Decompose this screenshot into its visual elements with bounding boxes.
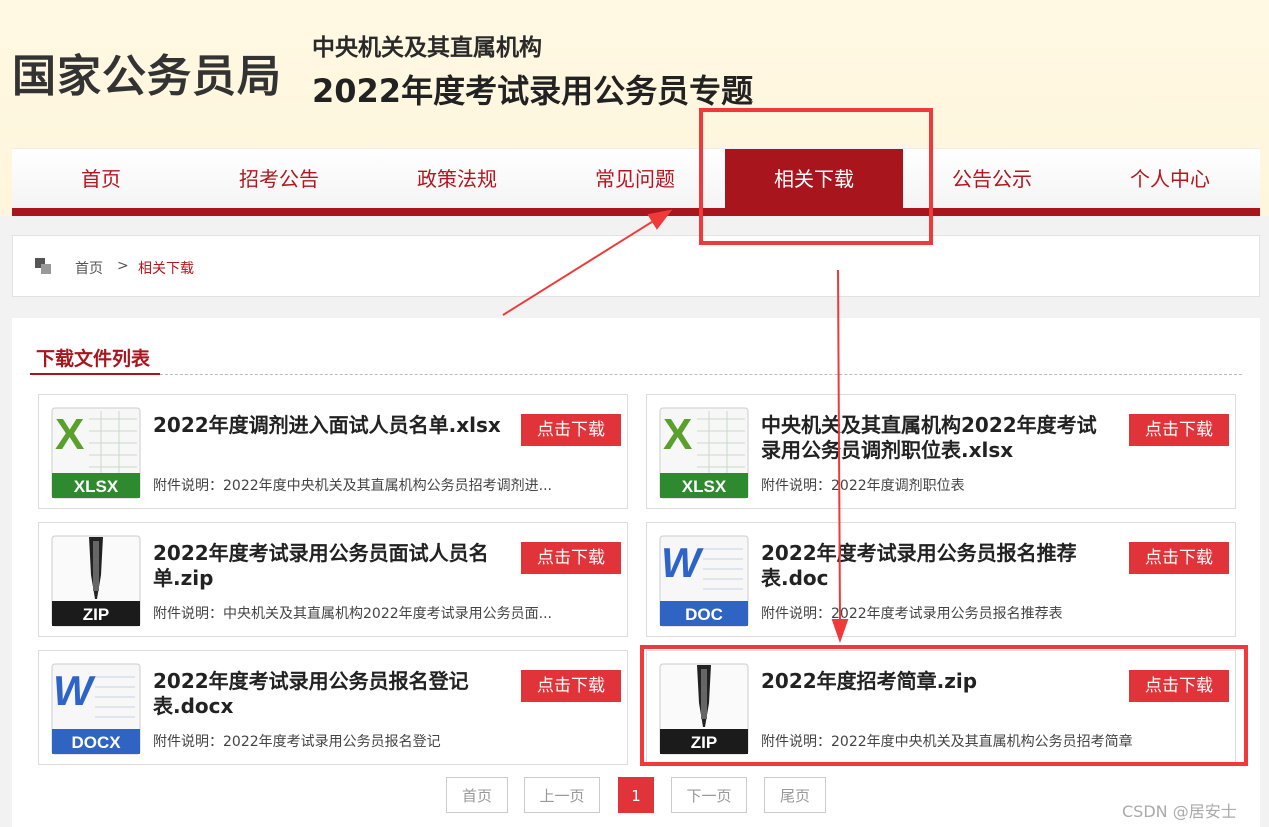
pagination-current-page[interactable]: 1 (618, 777, 654, 813)
svg-text:XLSX: XLSX (74, 477, 119, 496)
breadcrumb-home-link[interactable]: 首页 (75, 258, 103, 278)
nav-item-home[interactable]: 首页 (12, 149, 190, 209)
file-title[interactable]: 中央机关及其直属机构2022年度考试录用公务员调剂职位表.xlsx (761, 413, 1111, 463)
file-card: W DOCX 2022年度考试录用公务员报名登记表.docx 附件说明：2022… (38, 650, 628, 765)
nav-item-faq[interactable]: 常见问题 (546, 149, 724, 209)
file-description: 附件说明：中央机关及其直属机构2022年度考试录用公务员面... (153, 606, 552, 622)
pagination-first[interactable]: 首页 (446, 777, 508, 813)
xlsx-file-icon: X XLSX (659, 407, 749, 499)
zip-file-icon: ZIP (659, 663, 749, 755)
main-nav: 首页 招考公告 政策法规 常见问题 相关下载 公告公示 个人中心 (12, 148, 1260, 209)
header-title: 2022年度考试录用公务员专题 (312, 72, 754, 110)
file-title[interactable]: 2022年度调剂进入面试人员名单.xlsx (153, 413, 503, 438)
breadcrumb-current[interactable]: 相关下载 (138, 258, 194, 278)
file-description: 附件说明：2022年度中央机关及其直属机构公务员招考调剂进... (153, 478, 552, 494)
file-description: 附件说明：2022年度考试录用公务员报名登记 (153, 734, 441, 750)
file-card: W DOC 2022年度考试录用公务员报名推荐表.doc 附件说明：2022年度… (646, 522, 1236, 637)
download-button[interactable]: 点击下载 (521, 542, 621, 574)
file-description: 附件说明：2022年度中央机关及其直属机构公务员招考简章 (761, 734, 1133, 750)
site-logo[interactable]: 国家公务员局 (12, 40, 282, 104)
file-card: ZIP 2022年度招考简章.zip 附件说明：2022年度中央机关及其直属机构… (646, 650, 1236, 765)
section-divider (30, 374, 1242, 375)
file-title[interactable]: 2022年度考试录用公务员报名登记表.docx (153, 669, 503, 719)
file-title[interactable]: 2022年度考试录用公务员面试人员名单.zip (153, 541, 503, 591)
zip-file-icon: ZIP (51, 535, 141, 627)
download-button[interactable]: 点击下载 (1129, 670, 1229, 702)
doc-file-icon: W DOC (659, 535, 749, 627)
file-card: ZIP 2022年度考试录用公务员面试人员名单.zip 附件说明：中央机关及其直… (38, 522, 628, 637)
file-card: X XLSX 中央机关及其直属机构2022年度考试录用公务员调剂职位表.xlsx… (646, 394, 1236, 509)
section-title-underline (30, 373, 160, 375)
svg-text:DOCX: DOCX (71, 733, 121, 752)
svg-text:ZIP: ZIP (83, 605, 109, 624)
nav-item-recruitment-notices[interactable]: 招考公告 (190, 149, 368, 209)
watermark: CSDN @居安士 (1122, 802, 1237, 821)
file-title[interactable]: 2022年度考试录用公务员报名推荐表.doc (761, 541, 1111, 591)
svg-text:X: X (663, 410, 692, 459)
section-title: 下载文件列表 (36, 348, 151, 370)
header-subtitle: 中央机关及其直属机构 (312, 35, 542, 61)
svg-text:DOC: DOC (685, 605, 723, 624)
download-button[interactable]: 点击下载 (521, 414, 621, 446)
file-description: 附件说明：2022年度考试录用公务员报名推荐表 (761, 606, 1063, 622)
file-title[interactable]: 2022年度招考简章.zip (761, 669, 1111, 694)
nav-item-policies[interactable]: 政策法规 (368, 149, 546, 209)
xlsx-file-icon: X XLSX (51, 407, 141, 499)
svg-text:XLSX: XLSX (682, 477, 727, 496)
nav-item-announcements[interactable]: 公告公示 (903, 149, 1081, 209)
file-description: 附件说明：2022年度调剂职位表 (761, 478, 965, 494)
download-button[interactable]: 点击下载 (1129, 542, 1229, 574)
pagination-next[interactable]: 下一页 (671, 777, 747, 813)
download-button[interactable]: 点击下载 (1129, 414, 1229, 446)
docx-file-icon: W DOCX (51, 663, 141, 755)
breadcrumb-separator: > (117, 258, 129, 274)
pagination-last[interactable]: 尾页 (764, 777, 826, 813)
svg-text:W: W (661, 539, 704, 586)
breadcrumb: 首页 > 相关下载 (12, 235, 1260, 297)
download-button[interactable]: 点击下载 (521, 670, 621, 702)
file-card: X XLSX 2022年度调剂进入面试人员名单.xlsx 附件说明：2022年度… (38, 394, 628, 509)
site-header: 国家公务员局 中央机关及其直属机构 2022年度考试录用公务员专题 (0, 0, 1269, 148)
svg-text:X: X (55, 410, 84, 459)
svg-text:W: W (53, 667, 96, 714)
nav-underline-bar (12, 208, 1260, 216)
pagination-prev[interactable]: 上一页 (524, 777, 600, 813)
nav-item-downloads[interactable]: 相关下载 (725, 149, 903, 209)
breadcrumb-location-icon (35, 258, 53, 276)
nav-item-personal-center[interactable]: 个人中心 (1081, 149, 1259, 209)
svg-text:ZIP: ZIP (691, 733, 717, 752)
